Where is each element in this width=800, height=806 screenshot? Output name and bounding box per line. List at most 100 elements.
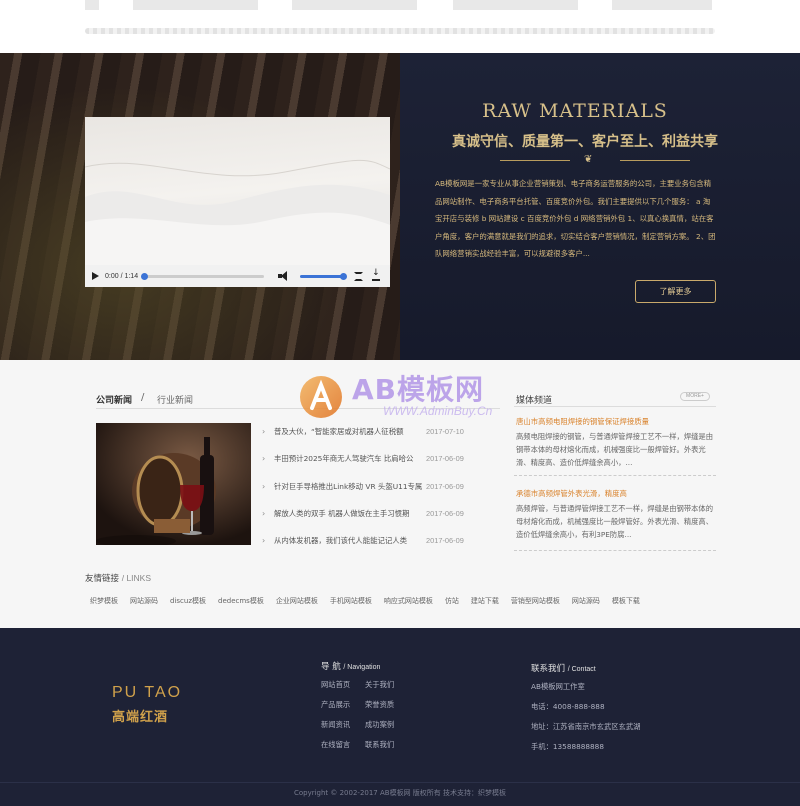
news-date: 2017-06-09	[426, 481, 464, 491]
volume-slider[interactable]	[300, 272, 348, 280]
fullscreen-icon[interactable]	[354, 271, 364, 281]
play-icon[interactable]	[92, 272, 99, 280]
divider	[0, 782, 800, 783]
tab-company-news[interactable]: 公司新闻	[96, 393, 132, 406]
news-title[interactable]: 解放人类的双手 机器人做饭在主手习惯期	[274, 505, 422, 523]
media-item-title[interactable]: 唐山市高频电阻焊接的钢管保证焊接质量	[516, 416, 649, 427]
media-item-text: 高频焊管，与普通焊管焊接工艺不一样，焊缝是由钢带本体的母材熔化而成，机械强度比一…	[516, 504, 714, 540]
news-image-wine-barrel[interactable]	[96, 423, 251, 545]
list-item[interactable]: › 从内体发机器，我们该代人能能记记人类 2017-06-09	[262, 532, 472, 559]
contact-title-cn: 联系我们	[531, 664, 566, 674]
nav-title: 导 航 / Navigation	[321, 660, 380, 672]
watermark: AB模板网 WWW.AdminBuy.Cn	[298, 366, 508, 426]
friend-link[interactable]: 手机网站模板	[330, 596, 372, 606]
friend-link[interactable]: 织梦模板	[90, 596, 118, 606]
contact-item: 电话：4008-888-888	[531, 702, 605, 711]
contact-item: 地址：江苏省南京市玄武区玄武湖	[531, 722, 641, 731]
brand-name-en: PU TAO	[112, 684, 183, 701]
news-list: › 普及大伙，“智能家居或对机器人征税额 2017-07-10 › 丰田预计2025年…	[262, 423, 472, 559]
nav-title-cn: 导 航	[321, 662, 341, 672]
friend-link[interactable]: discuz模板	[170, 596, 206, 606]
list-item[interactable]: › 普及大伙，“智能家居或对机器人征税额 2017-07-10	[262, 423, 472, 450]
tab-separator: /	[141, 392, 145, 403]
footer-nav-link[interactable]: 成功案例	[365, 719, 425, 731]
friend-link[interactable]: 响应式网站模板	[384, 596, 433, 606]
video-time: 0:00 / 1:14	[105, 272, 139, 280]
footer-nav-link[interactable]: 新闻资讯	[321, 719, 365, 731]
chevron-right-icon: ›	[262, 536, 266, 546]
hero-title: RAW MATERIALS	[482, 100, 668, 122]
nav-title-en: / Navigation	[343, 664, 381, 671]
divider	[514, 406, 716, 407]
video-controls: 0:00 / 1:14	[85, 265, 390, 287]
links-title-en: / LINKS	[121, 573, 152, 583]
footer-nav-link[interactable]: 荣誉资质	[365, 699, 425, 711]
media-item-title[interactable]: 承德市高频焊管外表光滑，精度高	[516, 488, 627, 499]
chevron-right-icon: ›	[262, 481, 266, 491]
friend-link[interactable]: 网站源码	[572, 596, 600, 606]
watermark-text: AB模板网	[352, 373, 485, 406]
media-item-text: 高频电阻焊接的钢管，与普通焊管焊接工艺不一样，焊缝是由钢带本体的母材熔化而成，机…	[516, 432, 714, 468]
copyright: Copyright © 2002-2017 AB模板网 版权所有 技术支持：织梦…	[293, 789, 507, 797]
video-frame[interactable]	[85, 117, 390, 265]
friend-link[interactable]: 建站下载	[471, 596, 499, 606]
watermark-logo-icon	[300, 376, 342, 418]
friend-link[interactable]: 企业网站模板	[276, 596, 318, 606]
hero-section: 0:00 / 1:14 RAW MATERIALS 真诚守信、质量第一、客户至上…	[0, 53, 800, 360]
seek-bar[interactable]	[141, 272, 265, 280]
friend-links-title: 友情链接 / LINKS	[85, 572, 151, 584]
footer-nav-link[interactable]: 联系我们	[365, 739, 425, 751]
news-date: 2017-06-09	[426, 508, 464, 518]
links-title-cn: 友情链接	[85, 574, 120, 584]
contact-title: 联系我们 / Contact	[531, 662, 596, 674]
flourish-icon: ❦	[584, 154, 593, 165]
friend-links: 织梦模板 网站源码 discuz模板 dedecms模板 企业网站模板 手机网站…	[90, 596, 652, 606]
volume-icon[interactable]	[278, 271, 290, 281]
tab-placeholder[interactable]	[85, 0, 99, 10]
tab-placeholder[interactable]	[453, 0, 578, 10]
list-item[interactable]: › 丰田预计2025年商无人驾驶汽车 比肩哈公 2017-06-09	[262, 450, 472, 477]
news-date: 2017-06-09	[426, 536, 464, 546]
volume-handle[interactable]	[340, 272, 348, 280]
list-item[interactable]: › 解放人类的双手 机器人做饭在主手习惯期 2017-06-09	[262, 505, 472, 532]
learn-more-button[interactable]: 了解更多	[635, 280, 716, 303]
news-title[interactable]: 从内体发机器，我们该代人能能记记人类	[274, 532, 422, 550]
chevron-right-icon: ›	[262, 454, 266, 464]
tab-placeholder[interactable]	[292, 0, 417, 10]
tab-placeholder[interactable]	[133, 0, 258, 10]
wave-divider	[85, 28, 715, 34]
contact-title-en: / Contact	[567, 666, 596, 673]
tab-placeholder[interactable]	[612, 0, 712, 10]
chevron-right-icon: ›	[262, 427, 266, 436]
friend-link[interactable]: 营销型网站模板	[511, 596, 560, 606]
footer-nav-link[interactable]: 关于我们	[365, 679, 425, 691]
list-item[interactable]: › 针对巨手导格推出Link移动 VR 头盔U11专属 2017-06-09	[262, 478, 472, 505]
footer-nav: 网站首页 关于我们 产品展示 荣誉资质 新闻资讯 成功案例 在线留言 联系我们	[321, 679, 431, 751]
contact-list: AB模板网工作室 电话：4008-888-888 地址：江苏省南京市玄武区玄武湖…	[531, 681, 640, 761]
brand-name-cn: 高端红酒	[112, 710, 169, 725]
media-channel-title: 媒体频道	[516, 396, 553, 406]
watermark-url: WWW.AdminBuy.Cn	[383, 404, 493, 418]
friend-link[interactable]: 网站源码	[130, 596, 158, 606]
tab-industry-news[interactable]: 行业新闻	[157, 393, 193, 406]
footer-nav-link[interactable]: 网站首页	[321, 679, 365, 691]
download-icon[interactable]	[372, 268, 381, 281]
footer: PU TAO 高端红酒 导 航 / Navigation 网站首页 关于我们 产…	[0, 628, 800, 806]
chevron-right-icon: ›	[262, 508, 266, 518]
news-title[interactable]: 丰田预计2025年商无人驾驶汽车 比肩哈公	[274, 450, 422, 468]
contact-item: 手机：13588888888	[531, 742, 604, 751]
footer-nav-link[interactable]: 在线留言	[321, 739, 365, 751]
friend-link[interactable]: dedecms模板	[218, 596, 264, 606]
contact-item: AB模板网工作室	[531, 682, 585, 691]
news-date: 2017-06-09	[426, 454, 464, 464]
footer-nav-link[interactable]: 产品展示	[321, 699, 365, 711]
news-title[interactable]: 针对巨手导格推出Link移动 VR 头盔U11专属	[274, 478, 422, 496]
hero-subtitle: 真诚守信、质量第一、客户至上、利益共享	[452, 134, 718, 150]
friend-link[interactable]: 模板下载	[612, 596, 640, 606]
video-player[interactable]: 0:00 / 1:14	[85, 117, 390, 287]
more-button[interactable]: MORE+	[680, 392, 710, 401]
friend-link[interactable]: 仿站	[445, 596, 459, 606]
dashed-divider	[514, 550, 716, 551]
dashed-divider	[514, 475, 716, 476]
seek-handle[interactable]	[141, 272, 149, 280]
